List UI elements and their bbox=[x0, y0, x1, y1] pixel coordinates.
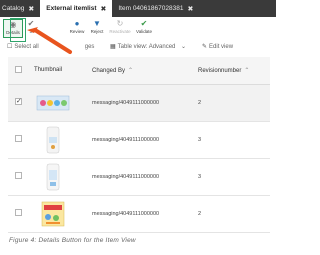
annotation-arrow bbox=[27, 27, 72, 54]
figure-caption: Figure 4: Details Button for the Item Vi… bbox=[9, 237, 136, 244]
